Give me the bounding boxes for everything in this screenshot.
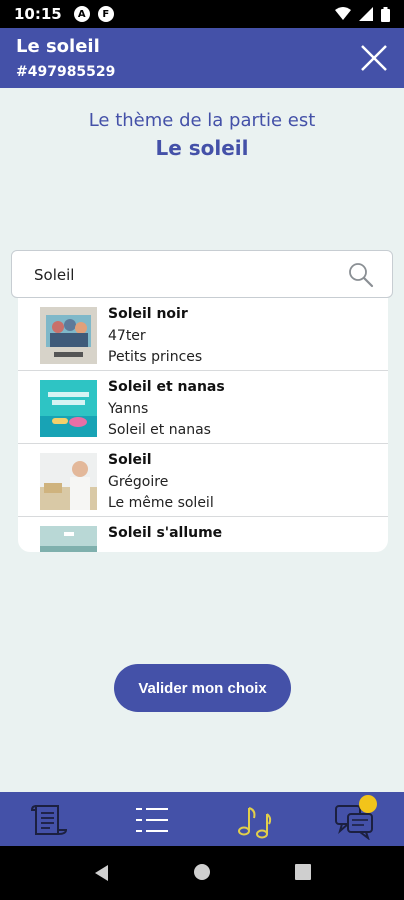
recents-icon[interactable] [294, 863, 312, 881]
theme-name: Le soleil [155, 136, 249, 160]
song-title: Soleil [108, 452, 152, 468]
result-item[interactable]: Soleil noir 47ter Petits princes [18, 298, 388, 371]
notification-badge-icon [359, 795, 377, 813]
song-artist: Grégoire [108, 474, 169, 490]
theme-intro: Le thème de la partie est [88, 110, 316, 131]
system-nav-bar [0, 846, 404, 900]
search-icon[interactable] [348, 262, 374, 288]
wifi-icon [335, 7, 351, 20]
battery-icon [381, 6, 390, 22]
home-icon[interactable] [193, 863, 211, 881]
validate-choice-button[interactable]: Valider mon choix [114, 664, 291, 712]
list-icon[interactable] [132, 800, 172, 840]
music-notes-icon[interactable] [234, 800, 274, 840]
album-cover-image [40, 453, 97, 510]
song-artist: Yanns [108, 401, 149, 417]
status-time: 10:15 [14, 5, 62, 23]
result-item[interactable]: Soleil Grégoire Le même soleil [18, 444, 388, 517]
game-id: #497985529 [16, 64, 116, 80]
search-value: Soleil [34, 266, 75, 284]
scroll-icon[interactable] [30, 800, 70, 840]
song-title: Soleil noir [108, 306, 188, 322]
album-cover-image [40, 307, 97, 364]
song-album: Le même soleil [108, 495, 214, 511]
song-title: Soleil s'allume [108, 525, 223, 541]
main-content: Le thème de la partie est Le soleil Sole… [0, 88, 404, 792]
song-album: Soleil et nanas [108, 422, 211, 438]
song-album: Petits princes [108, 349, 203, 365]
search-input[interactable]: Soleil [11, 250, 393, 298]
result-item[interactable]: Soleil et nanas Yanns Soleil et nanas [18, 371, 388, 444]
app-notification-icon: A [73, 6, 90, 22]
game-title: Le soleil [16, 36, 100, 57]
status-bar: 10:15 A F [0, 0, 404, 28]
results-list[interactable]: Soleil noir 47ter Petits princes Soleil … [18, 298, 388, 552]
result-item[interactable]: Soleil s'allume [18, 517, 388, 552]
app-header: Le soleil #497985529 [0, 28, 404, 88]
app-notification-icon: F [97, 6, 114, 22]
song-artist: 47ter [108, 328, 146, 344]
signal-icon [359, 7, 373, 21]
back-icon[interactable] [92, 863, 110, 883]
close-icon[interactable] [358, 42, 390, 74]
album-cover-image [40, 526, 97, 552]
album-cover-image [40, 380, 97, 437]
song-title: Soleil et nanas [108, 379, 225, 395]
bottom-tab-bar [0, 792, 404, 846]
